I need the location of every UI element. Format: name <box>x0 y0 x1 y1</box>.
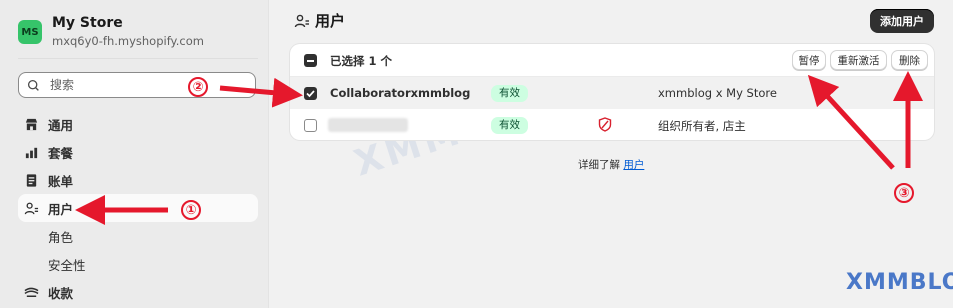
annotation-number: ② <box>188 77 208 97</box>
suspend-button[interactable]: 暂停 <box>792 50 826 70</box>
sidebar-item-label: 用户 <box>48 201 74 217</box>
learn-more-text: 详细了解 <box>578 159 620 171</box>
plan-chart-icon <box>22 143 40 161</box>
users-icon <box>22 199 40 217</box>
sidebar-item-label: 通用 <box>48 117 74 133</box>
store-domain: mxq6y0-fh.myshopify.com <box>52 34 204 48</box>
sidebar-item-roles[interactable]: 角色 <box>18 222 258 250</box>
users-icon <box>294 14 309 27</box>
user-name[interactable]: Collaboratorxmmblog <box>330 86 470 100</box>
owner-shield-icon <box>598 117 612 132</box>
select-all-checkbox[interactable] <box>304 54 317 67</box>
check-icon <box>306 90 315 98</box>
status-badge: 有效 <box>491 85 528 102</box>
annotation-number: ① <box>181 200 201 220</box>
store-header[interactable]: MS My Store mxq6y0-fh.myshopify.com <box>18 14 204 50</box>
sidebar-item-general[interactable]: 通用 <box>18 110 258 138</box>
divider <box>18 58 258 59</box>
status-badge: 有效 <box>491 117 528 134</box>
search-icon <box>27 79 39 91</box>
sidebar-item-users[interactable]: 用户 <box>18 194 258 222</box>
add-user-button[interactable]: 添加用户 <box>870 9 934 33</box>
row-checkbox[interactable] <box>304 87 317 100</box>
sidebar-item-payments[interactable]: 收款 <box>18 278 258 306</box>
learn-more-link[interactable]: 用户 <box>623 159 644 171</box>
watermark-logo: XMMBLOG <box>846 270 953 295</box>
delete-button[interactable]: 删除 <box>891 50 928 70</box>
sidebar-nav: 通用 套餐 账单 用户 角色 安全性 收款 <box>18 110 258 306</box>
page-title: 用户 <box>294 10 345 31</box>
search-box[interactable] <box>18 72 256 98</box>
sidebar-item-security[interactable]: 安全性 <box>18 250 258 278</box>
bulk-action-bar: 已选择 1 个 暂停 重新激活 删除 <box>290 44 934 77</box>
billing-icon <box>22 171 40 189</box>
annotation-number: ③ <box>894 183 914 203</box>
store-icon <box>22 115 40 133</box>
payments-icon <box>22 283 40 301</box>
users-table: 已选择 1 个 暂停 重新激活 删除 Collaboratorxmmblog 有… <box>290 44 934 140</box>
table-row[interactable]: 有效 组织所有者, 店主 <box>290 109 934 140</box>
store-avatar: MS <box>18 20 42 44</box>
sidebar-item-label: 账单 <box>48 173 74 189</box>
row-checkbox[interactable] <box>304 119 317 132</box>
selected-count: 已选择 1 个 <box>330 54 393 68</box>
sidebar-item-billing[interactable]: 账单 <box>18 166 258 194</box>
table-row[interactable]: Collaboratorxmmblog 有效 xmmblog x My Stor… <box>290 77 934 109</box>
sidebar-item-label: 套餐 <box>48 145 74 161</box>
user-role: xmmblog x My Store <box>658 86 777 100</box>
reactivate-button[interactable]: 重新激活 <box>830 50 887 70</box>
user-role: 组织所有者, 店主 <box>658 119 746 133</box>
settings-sidebar: MS My Store mxq6y0-fh.myshopify.com 通用 套… <box>0 0 269 308</box>
sidebar-item-plan[interactable]: 套餐 <box>18 138 258 166</box>
store-name: My Store <box>52 15 123 31</box>
redacted-user-name <box>328 118 408 132</box>
sidebar-item-label: 收款 <box>48 285 74 301</box>
learn-more: 详细了解 用户 <box>578 157 644 172</box>
page-title-text: 用户 <box>315 12 346 30</box>
